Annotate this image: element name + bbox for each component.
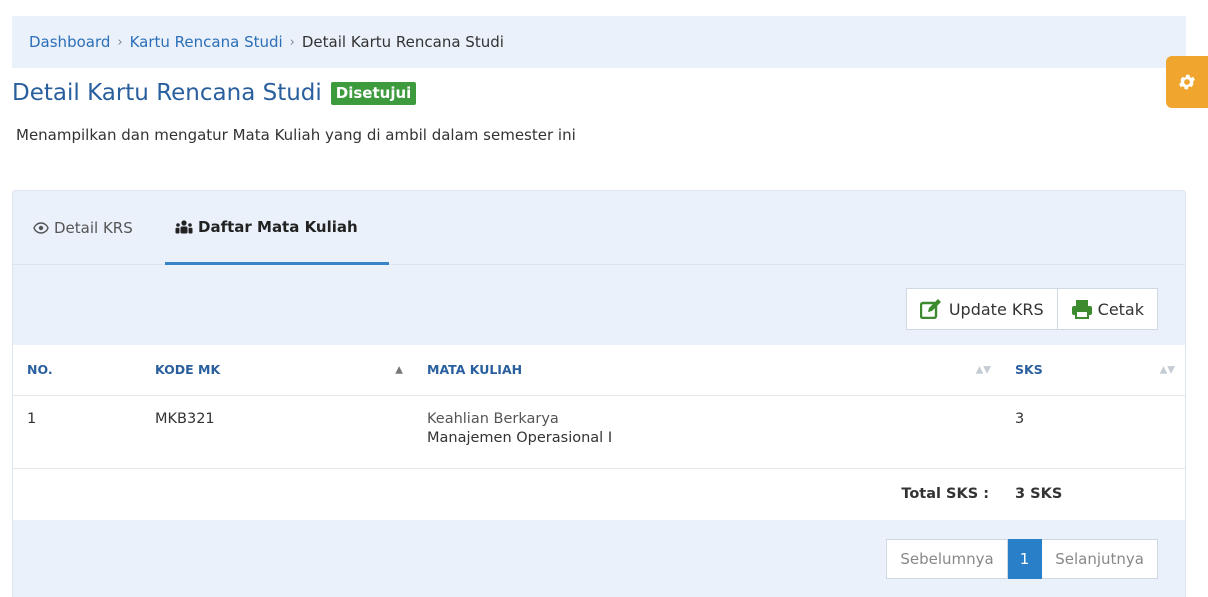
tab-label: Daftar Mata Kuliah xyxy=(198,217,358,236)
page-description: Menampilkan dan mengatur Mata Kuliah yan… xyxy=(16,126,576,144)
total-sks-label: Total SKS : xyxy=(901,486,989,503)
sort-asc-icon[interactable]: ▲ xyxy=(395,364,403,375)
edit-icon xyxy=(919,299,944,319)
pagination-prev[interactable]: Sebelumnya xyxy=(886,539,1008,579)
pagination: Sebelumnya 1 Selanjutnya xyxy=(886,539,1158,579)
course-table: NO. KODE MK ▲ MATA KULIAH ▲▼ SKS ▲▼ 1 MKB32… xyxy=(13,345,1185,520)
update-krs-button[interactable]: Update KRS xyxy=(905,288,1058,330)
status-badge: Disetujui xyxy=(330,81,417,105)
breadcrumb-dashboard[interactable]: Dashboard xyxy=(29,33,110,51)
pagination-next[interactable]: Selanjutnya xyxy=(1042,539,1158,579)
breadcrumb-separator: › xyxy=(117,34,123,50)
total-row: Total SKS : 3 SKS xyxy=(13,468,1185,520)
course-group: Keahlian Berkarya xyxy=(427,410,559,427)
update-krs-label: Update KRS xyxy=(948,299,1044,319)
print-label: Cetak xyxy=(1097,299,1144,319)
total-sks-value: 3 SKS xyxy=(1015,486,1063,503)
gear-icon xyxy=(1179,74,1195,90)
pagination-page-1[interactable]: 1 xyxy=(1007,539,1043,579)
column-sks[interactable]: SKS ▲▼ xyxy=(1001,345,1185,396)
table-row: 1 MKB321 Keahlian Berkarya Manajemen Ope… xyxy=(13,395,1185,469)
krs-panel: Detail KRS Daftar Mata Kuliah Update KRS… xyxy=(12,190,1186,597)
breadcrumb: Dashboard › Kartu Rencana Studi › Detail… xyxy=(12,16,1186,68)
row-no: 1 xyxy=(13,395,141,469)
breadcrumb-current: Detail Kartu Rencana Studi xyxy=(301,33,504,51)
row-kode: MKB321 xyxy=(141,395,413,469)
page-header: Detail Kartu Rencana Studi Disetujui xyxy=(12,80,417,106)
print-button[interactable]: Cetak xyxy=(1057,288,1158,330)
table-header-row: NO. KODE MK ▲ MATA KULIAH ▲▼ SKS ▲▼ xyxy=(13,345,1185,396)
breadcrumb-krs[interactable]: Kartu Rencana Studi xyxy=(130,33,283,51)
row-mata-kuliah: Keahlian Berkarya Manajemen Operasional … xyxy=(413,395,1001,469)
print-icon xyxy=(1071,299,1093,319)
course-name: Manajemen Operasional I xyxy=(427,429,613,446)
toolbar: Update KRS Cetak xyxy=(905,288,1158,330)
settings-button[interactable] xyxy=(1166,56,1208,108)
sort-icon[interactable]: ▲▼ xyxy=(1160,364,1175,375)
sort-icon[interactable]: ▲▼ xyxy=(976,364,991,375)
column-kode-mk[interactable]: KODE MK ▲ xyxy=(141,345,413,396)
tab-daftar-mata-kuliah[interactable]: Daftar Mata Kuliah xyxy=(165,191,389,265)
eye-icon xyxy=(33,222,49,234)
column-no: NO. xyxy=(13,345,141,396)
tab-detail-krs[interactable]: Detail KRS xyxy=(33,191,133,265)
row-sks: 3 xyxy=(1001,395,1185,469)
tab-label: Detail KRS xyxy=(54,219,133,237)
column-mata-kuliah[interactable]: MATA KULIAH ▲▼ xyxy=(413,345,1001,396)
users-icon xyxy=(175,219,193,234)
tab-bar: Detail KRS Daftar Mata Kuliah xyxy=(13,191,1185,265)
breadcrumb-separator: › xyxy=(289,34,295,50)
page-title: Detail Kartu Rencana Studi xyxy=(12,80,322,106)
